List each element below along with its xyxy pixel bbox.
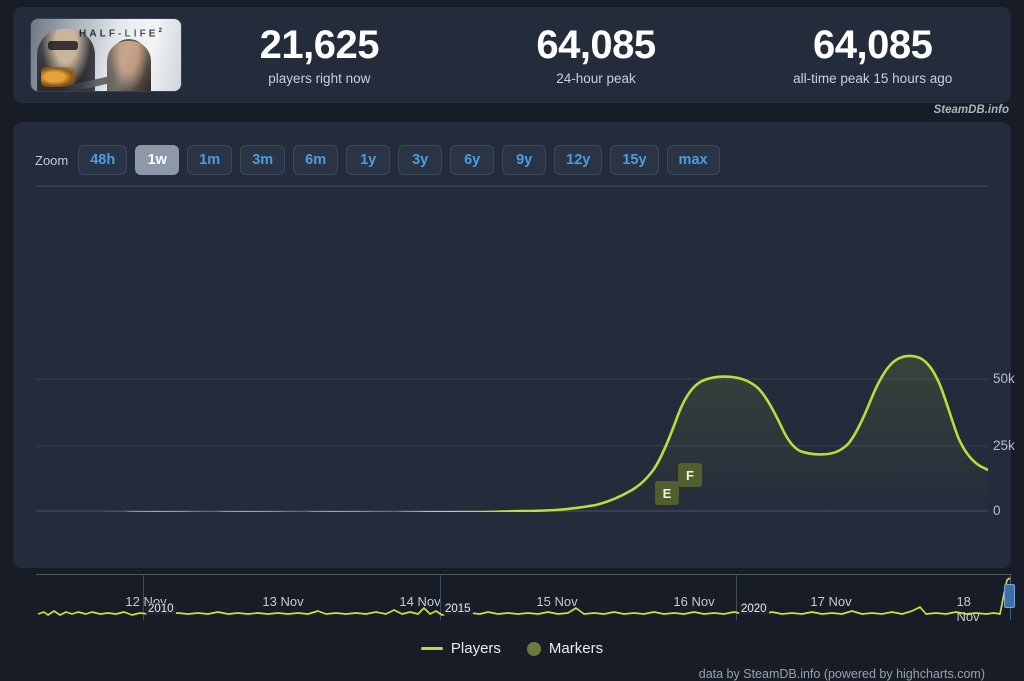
steamdb-chart-page: HALF-LIFE2 21,625 players right now 64,0… bbox=[0, 0, 1024, 681]
range-button-3y[interactable]: 3y bbox=[398, 145, 443, 175]
y-axis-label-0: 0 bbox=[993, 503, 1001, 518]
legend-label: Markers bbox=[548, 640, 604, 657]
chart-panel: Zoom 48h 1w 1m 3m 6m 1y 3y 6y 9y 12y 15y… bbox=[13, 122, 1015, 681]
navigator-scrollbar-handle[interactable] bbox=[1004, 584, 1015, 608]
range-button-3m[interactable]: 3m bbox=[240, 145, 286, 175]
legend-line-icon bbox=[420, 647, 443, 650]
legend-label: Players bbox=[450, 640, 501, 657]
range-button-6m[interactable]: 6m bbox=[293, 145, 339, 175]
range-button-6y[interactable]: 6y bbox=[450, 145, 495, 175]
stat-value: 21,625 bbox=[259, 23, 380, 67]
range-button-1y[interactable]: 1y bbox=[346, 145, 391, 175]
navigator-players-line bbox=[37, 577, 1011, 616]
y-axis-label-50k: 50k bbox=[993, 371, 1015, 386]
stat-label: 24-hour peak bbox=[556, 71, 636, 86]
legend-item-players[interactable]: Players bbox=[420, 640, 501, 657]
game-title-text: HALF-LIFE2 bbox=[79, 28, 175, 39]
range-button-1w[interactable]: 1w bbox=[135, 145, 180, 175]
players-line-chart[interactable]: 50k 25k 0 E F 12 Nov 13 Nov 14 Nov 15 No… bbox=[36, 185, 1015, 624]
range-button-48h[interactable]: 48h bbox=[78, 145, 128, 175]
chart-navigator[interactable]: 2010 2015 2020 bbox=[36, 574, 1015, 624]
chart-marker-e[interactable]: E bbox=[655, 481, 679, 505]
chart-marker-f[interactable]: F bbox=[678, 463, 702, 487]
stat-value: 64,085 bbox=[536, 23, 656, 67]
stat-label: players right now bbox=[268, 71, 371, 86]
navigator-year-2010: 2010 bbox=[146, 603, 176, 615]
navigator-year-2020: 2020 bbox=[739, 603, 769, 615]
chart-credit-footer: data by SteamDB.info (powered by highcha… bbox=[698, 667, 985, 681]
steamdb-attribution: SteamDB.info bbox=[933, 104, 1009, 116]
stat-value: 64,085 bbox=[813, 23, 933, 67]
legend-item-markers[interactable]: Markers bbox=[526, 640, 604, 657]
stat-players-now: 21,625 players right now bbox=[181, 24, 458, 86]
range-button-1m[interactable]: 1m bbox=[187, 145, 233, 175]
character-alyx-art bbox=[107, 41, 151, 91]
stat-all-time-peak: 64,085 all-time peak 15 hours ago bbox=[734, 24, 1011, 86]
legend-dot-icon bbox=[526, 641, 541, 656]
navigator-year-2015: 2015 bbox=[443, 603, 473, 615]
range-button-9y[interactable]: 9y bbox=[502, 145, 547, 175]
zoom-range-selector: Zoom 48h 1w 1m 3m 6m 1y 3y 6y 9y 12y 15y… bbox=[35, 144, 1001, 176]
navigator-series-svg bbox=[37, 577, 1011, 616]
stat-24h-peak: 64,085 24-hour peak bbox=[458, 24, 735, 86]
game-title-superscript: 2 bbox=[158, 28, 162, 34]
zoom-label: Zoom bbox=[35, 152, 69, 168]
range-button-12y[interactable]: 12y bbox=[554, 145, 603, 175]
range-button-15y[interactable]: 15y bbox=[610, 145, 659, 175]
y-axis-label-25k: 25k bbox=[993, 438, 1015, 453]
game-capsule-image[interactable]: HALF-LIFE2 bbox=[31, 19, 181, 91]
chart-legend: Players Markers bbox=[13, 640, 1011, 657]
game-title-label: HALF-LIFE bbox=[79, 28, 159, 40]
chart-svg bbox=[36, 185, 988, 512]
range-button-max[interactable]: max bbox=[666, 145, 720, 175]
stat-label: all-time peak 15 hours ago bbox=[793, 71, 953, 86]
stats-panel: HALF-LIFE2 21,625 players right now 64,0… bbox=[13, 7, 1011, 103]
